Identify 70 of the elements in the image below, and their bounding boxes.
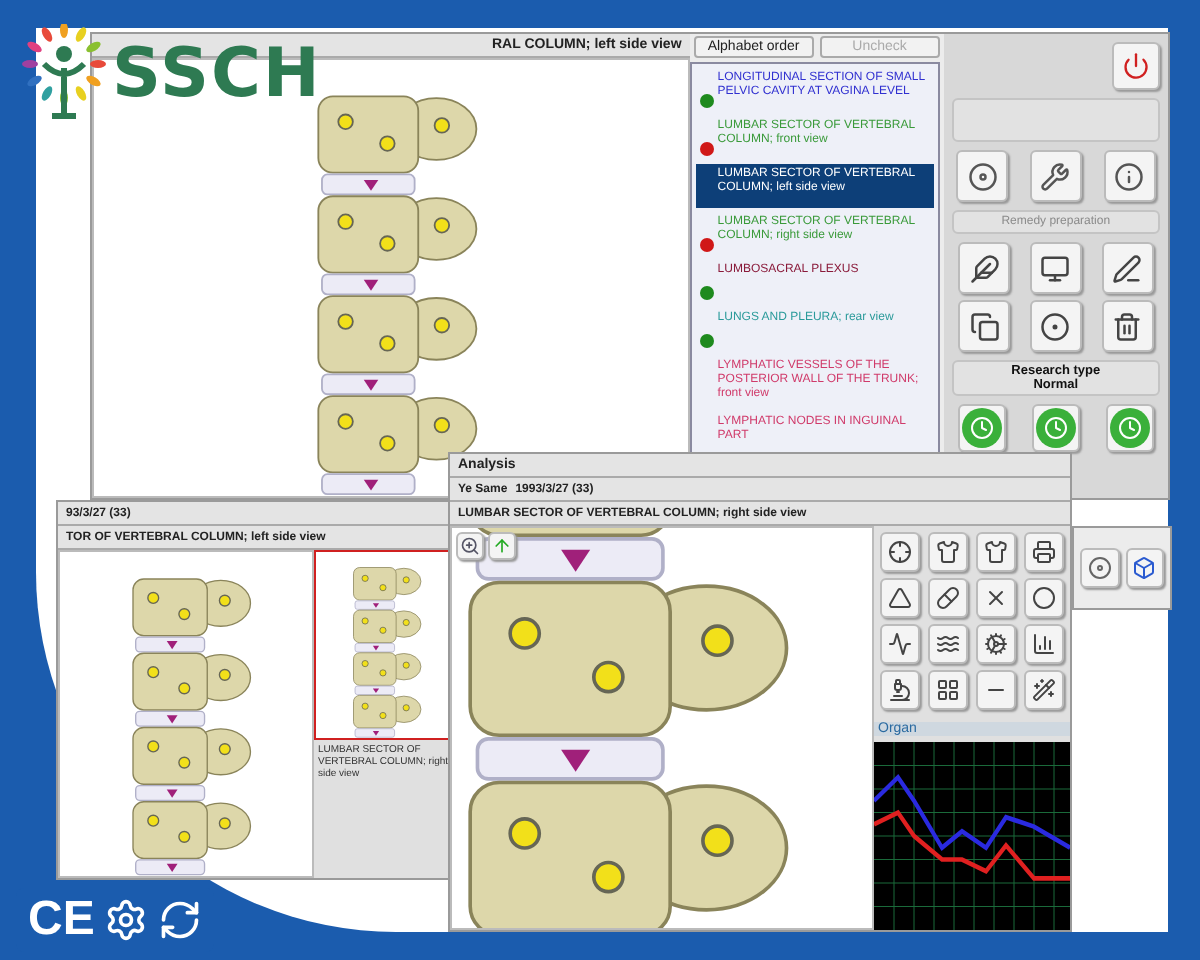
disc-icon [1087, 556, 1112, 580]
tool-button[interactable] [958, 242, 1011, 294]
feather-icon [969, 253, 1000, 283]
shirt-icon [983, 540, 1008, 564]
tool-button[interactable] [880, 578, 921, 618]
copy-icon [969, 311, 1000, 341]
crosshair-icon [888, 540, 913, 564]
tool-button[interactable] [880, 624, 921, 664]
monitor-icon [1040, 253, 1071, 283]
disc-icon [967, 161, 998, 191]
tool-button[interactable] [1101, 242, 1154, 294]
person-logo-icon [20, 24, 108, 124]
zoom-button[interactable] [456, 532, 484, 560]
thumbnail-frame[interactable] [314, 550, 454, 740]
cube-icon [1132, 556, 1157, 580]
zoom-icon [460, 536, 480, 556]
clock-icon [1109, 408, 1150, 448]
tool-button[interactable] [1125, 548, 1164, 588]
tool-button[interactable] [1029, 150, 1082, 202]
tool-button[interactable] [958, 300, 1011, 352]
refresh-icon [158, 898, 203, 942]
tool-button[interactable] [956, 150, 1009, 202]
round-button[interactable] [958, 404, 1007, 452]
gear-icon [104, 898, 149, 942]
power-button[interactable] [1112, 42, 1160, 90]
tool-button[interactable] [1029, 242, 1082, 294]
tool-button[interactable] [975, 578, 1016, 618]
clock-icon [962, 408, 1003, 448]
waves-icon [936, 632, 961, 656]
shirt-icon [936, 540, 961, 564]
tool-button[interactable] [928, 624, 969, 664]
tool-button[interactable] [880, 532, 921, 572]
brand-name: SSCH [112, 34, 322, 114]
tool-button[interactable] [1080, 548, 1119, 588]
wand-icon [1031, 678, 1056, 702]
trash-icon [1112, 311, 1143, 341]
round-button[interactable] [1031, 404, 1080, 452]
close-icon [983, 586, 1008, 610]
tool-button[interactable] [1029, 300, 1082, 352]
wrench-icon [1040, 161, 1071, 191]
arrow-up-icon [492, 536, 512, 556]
pen-icon [1112, 253, 1143, 283]
settings-icon [983, 632, 1008, 656]
tool-button[interactable] [1101, 300, 1154, 352]
certification-mark: CE [28, 892, 95, 948]
tool-button[interactable] [1103, 150, 1156, 202]
circle-icon [1031, 586, 1056, 610]
tool-button[interactable] [928, 670, 969, 710]
grid-icon [936, 678, 961, 702]
tool-button[interactable] [1023, 532, 1064, 572]
arrow-button[interactable] [488, 532, 516, 560]
tool-button[interactable] [975, 624, 1016, 664]
tool-button[interactable] [1023, 624, 1064, 664]
clock-icon [1035, 408, 1076, 448]
triangle-icon [888, 586, 913, 610]
pulse-icon [888, 632, 913, 656]
bar-chart-icon [1031, 632, 1056, 656]
power-icon [1122, 52, 1150, 80]
printer-icon [1031, 540, 1056, 564]
tool-button[interactable] [975, 532, 1016, 572]
tool-button[interactable] [928, 532, 969, 572]
info-icon [1114, 161, 1145, 191]
microscope-icon [888, 678, 913, 702]
tool-button[interactable] [1023, 578, 1064, 618]
tool-button[interactable] [880, 670, 921, 710]
pill-icon [936, 586, 961, 610]
tool-button[interactable] [928, 578, 969, 618]
round-button[interactable] [1105, 404, 1154, 452]
circle-dot-icon [1040, 311, 1071, 341]
tool-button[interactable] [1023, 670, 1064, 710]
